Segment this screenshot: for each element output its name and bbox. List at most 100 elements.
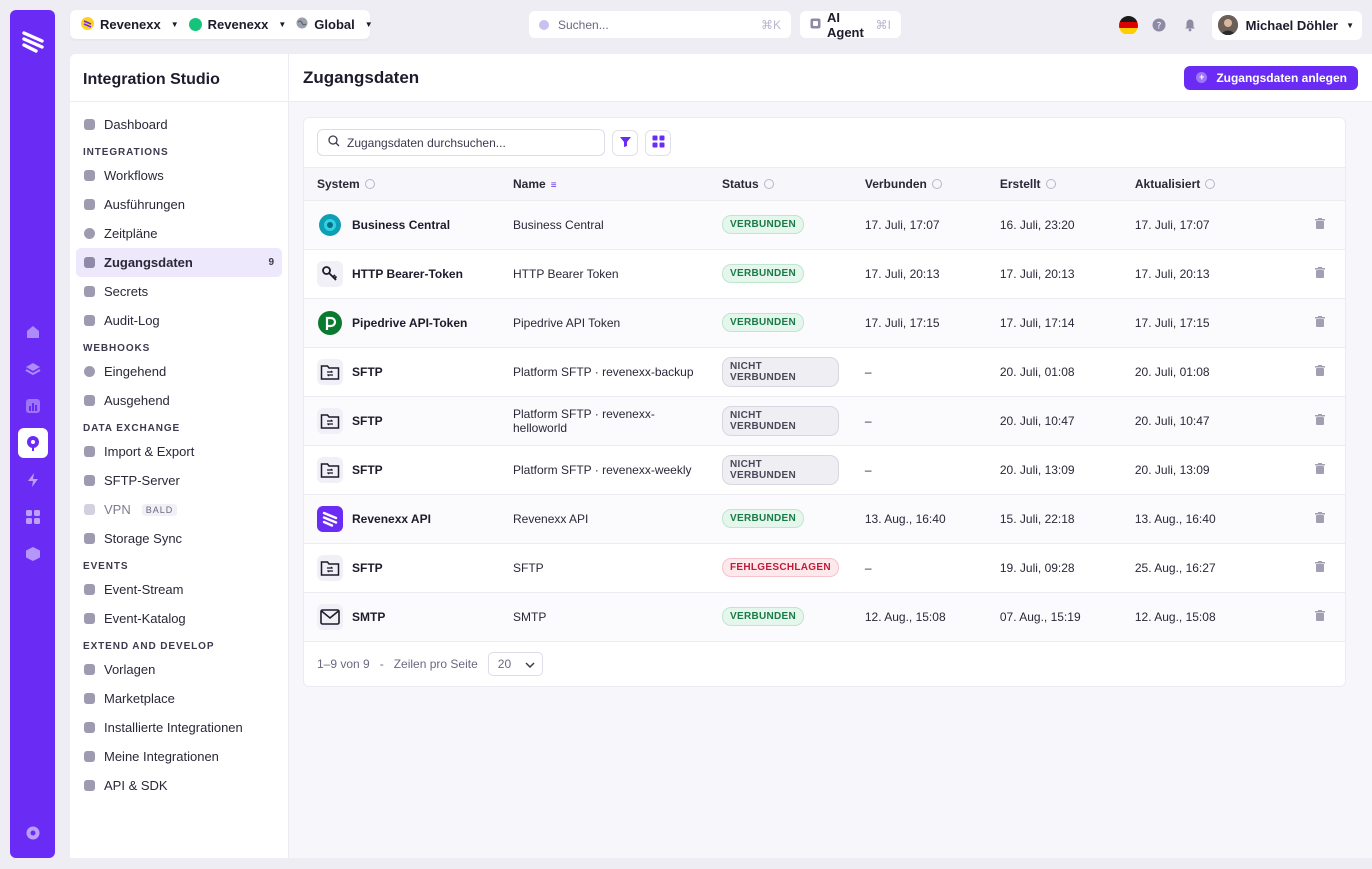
home-icon[interactable]: [18, 317, 48, 347]
nav-item-vpn[interactable]: VPN BALD: [76, 495, 282, 524]
nav-item-dashboard[interactable]: Dashboard: [76, 110, 282, 139]
column-header-verbunden[interactable]: Verbunden: [851, 168, 987, 201]
integration-studio-icon[interactable]: [17, 428, 48, 458]
scope-selector[interactable]: Global ▼: [291, 10, 377, 39]
nav-item-marketplace[interactable]: Marketplace: [76, 684, 282, 713]
table-row[interactable]: SMTP SMTP VERBUNDEN 12. Aug., 15:08 07. …: [304, 592, 1345, 641]
table-row[interactable]: HTTP Bearer-Token HTTP Bearer Token VERB…: [304, 249, 1345, 298]
cube-icon[interactable]: [18, 539, 48, 569]
nav-label: Meine Integrationen: [104, 749, 219, 764]
help-icon[interactable]: ?: [1150, 16, 1169, 35]
credential-name: SFTP: [513, 560, 544, 575]
nav-item-event-katalog[interactable]: Event-Katalog: [76, 604, 282, 633]
table-row[interactable]: SFTP SFTP FEHLGESCHLAGEN – 19. Juli, 09:…: [304, 543, 1345, 592]
view-toggle-button[interactable]: [645, 129, 671, 156]
trash-icon[interactable]: [1315, 315, 1325, 330]
nav-item-ausfuehrungen[interactable]: Ausführungen: [76, 190, 282, 219]
nav-item-storage-sync[interactable]: Storage Sync: [76, 524, 282, 553]
connected-at: 17. Juli, 17:15: [864, 315, 940, 330]
status-badge: VERBUNDEN: [722, 509, 805, 528]
trash-icon[interactable]: [1315, 560, 1325, 575]
trash-icon[interactable]: [1315, 217, 1325, 232]
info-icon: [1205, 178, 1216, 189]
status-badge: VERBUNDEN: [722, 607, 805, 626]
credential-name: Platform SFTP · revenexx-backup: [513, 364, 694, 379]
nav-item-zugangsdaten[interactable]: Zugangsdaten 9: [76, 248, 282, 277]
trash-icon[interactable]: [1315, 609, 1325, 624]
column-header-name[interactable]: Name ≡: [500, 168, 709, 201]
nav-item-installierte-integrationen[interactable]: Installierte Integrationen: [76, 713, 282, 742]
trash-icon[interactable]: [1315, 511, 1325, 526]
german-flag-icon[interactable]: [1118, 15, 1138, 35]
system-name: Business Central: [352, 217, 451, 232]
chevron-down-icon: ▼: [1346, 20, 1354, 30]
nav-item-ausgehend[interactable]: Ausgehend: [76, 386, 282, 415]
status-badge: FEHLGESCHLAGEN: [722, 558, 839, 577]
studio-nav: Dashboard INTEGRATIONS Workflows Ausführ…: [70, 102, 288, 800]
nav-item-vorlagen[interactable]: Vorlagen: [76, 655, 282, 684]
column-header-status[interactable]: Status: [709, 168, 852, 201]
created-at: 20. Juli, 01:08: [999, 364, 1075, 379]
table-header-row: System Name ≡ Status Verbunden Erstellt A…: [304, 168, 1345, 201]
nav-label: Zeitpläne: [104, 226, 158, 241]
pagination-range: 1–9 von 9: [317, 656, 370, 671]
nav-item-eingehend[interactable]: Eingehend: [76, 357, 282, 386]
table-row[interactable]: SFTP Platform SFTP · revenexx-helloworld…: [304, 396, 1345, 445]
nav-item-api-sdk[interactable]: API & SDK: [76, 771, 282, 800]
storage-icon: [84, 533, 95, 544]
main-shell: Integration Studio Dashboard INTEGRATION…: [70, 54, 1372, 858]
credential-name: Platform SFTP · revenexx-helloworld: [513, 406, 655, 435]
pagination-separator: -: [379, 656, 384, 671]
trash-icon[interactable]: [1315, 364, 1325, 379]
count-badge: 9: [268, 257, 274, 268]
trash-icon[interactable]: [1315, 413, 1325, 428]
table-row[interactable]: SFTP Platform SFTP · revenexx-backup NIC…: [304, 347, 1345, 396]
user-menu[interactable]: Michael Döhler ▼: [1211, 10, 1362, 40]
settings-gear-icon[interactable]: [18, 818, 48, 848]
nav-item-workflows[interactable]: Workflows: [76, 161, 282, 190]
system-name: HTTP Bearer-Token: [352, 266, 463, 281]
search-icon: [328, 135, 340, 150]
create-credentials-button[interactable]: + Zugangsdaten anlegen: [1184, 65, 1358, 90]
nav-item-event-stream[interactable]: Event-Stream: [76, 575, 282, 604]
sort-icon: ≡: [550, 179, 557, 191]
revenexx-logo-icon[interactable]: [10, 20, 55, 64]
created-at: 20. Juli, 13:09: [999, 462, 1075, 477]
credential-name: Business Central: [513, 217, 604, 232]
nav-item-meine-integrationen[interactable]: Meine Integrationen: [76, 742, 282, 771]
nav-item-sftp-server[interactable]: SFTP-Server: [76, 466, 282, 495]
created-at: 19. Juli, 09:28: [999, 560, 1075, 575]
bell-icon[interactable]: [1181, 16, 1200, 35]
table-row[interactable]: SFTP Platform SFTP · revenexx-weekly NIC…: [304, 445, 1345, 494]
nav-item-audit-log[interactable]: Audit-Log: [76, 306, 282, 335]
org-selector[interactable]: Revenexx ▼: [76, 10, 184, 39]
table-row[interactable]: Business Central Business Central VERBUN…: [304, 200, 1345, 249]
key-icon: [317, 260, 343, 287]
nav-item-import-export[interactable]: Import & Export: [76, 437, 282, 466]
analytics-icon[interactable]: [18, 391, 48, 421]
column-header-erstellt[interactable]: Erstellt: [986, 168, 1122, 201]
column-header-aktualisiert[interactable]: Aktualisiert: [1121, 168, 1274, 201]
trash-icon[interactable]: [1315, 266, 1325, 281]
nav-item-secrets[interactable]: Secrets: [76, 277, 282, 306]
filter-button[interactable]: [612, 129, 638, 156]
lightning-icon[interactable]: [18, 465, 48, 495]
global-search-input[interactable]: Suchen... ⌘K: [529, 11, 791, 38]
nav-item-zeitplaene[interactable]: Zeitpläne: [76, 219, 282, 248]
trash-icon[interactable]: [1315, 462, 1325, 477]
status-badge: NICHT VERBUNDEN: [722, 356, 839, 387]
rows-per-page-select[interactable]: 20: [487, 651, 544, 676]
system-name: SFTP: [352, 413, 383, 428]
nav-label: Import & Export: [104, 444, 195, 459]
nav-label: Workflows: [104, 168, 164, 183]
globe-icon: [296, 17, 308, 32]
vpn-icon: [84, 504, 95, 515]
column-header-system[interactable]: System: [304, 168, 500, 201]
layers-icon[interactable]: [18, 354, 48, 384]
environment-selector[interactable]: Revenexx ▼: [184, 10, 292, 39]
table-row[interactable]: Revenexx API Revenexx API VERBUNDEN 13. …: [304, 494, 1345, 543]
apps-grid-icon[interactable]: [18, 502, 48, 532]
table-row[interactable]: Pipedrive API-Token Pipedrive API Token …: [304, 298, 1345, 347]
credentials-search-input[interactable]: Zugangsdaten durchsuchen...: [317, 129, 605, 156]
ai-agent-button[interactable]: AI Agent ⌘I: [800, 10, 901, 40]
